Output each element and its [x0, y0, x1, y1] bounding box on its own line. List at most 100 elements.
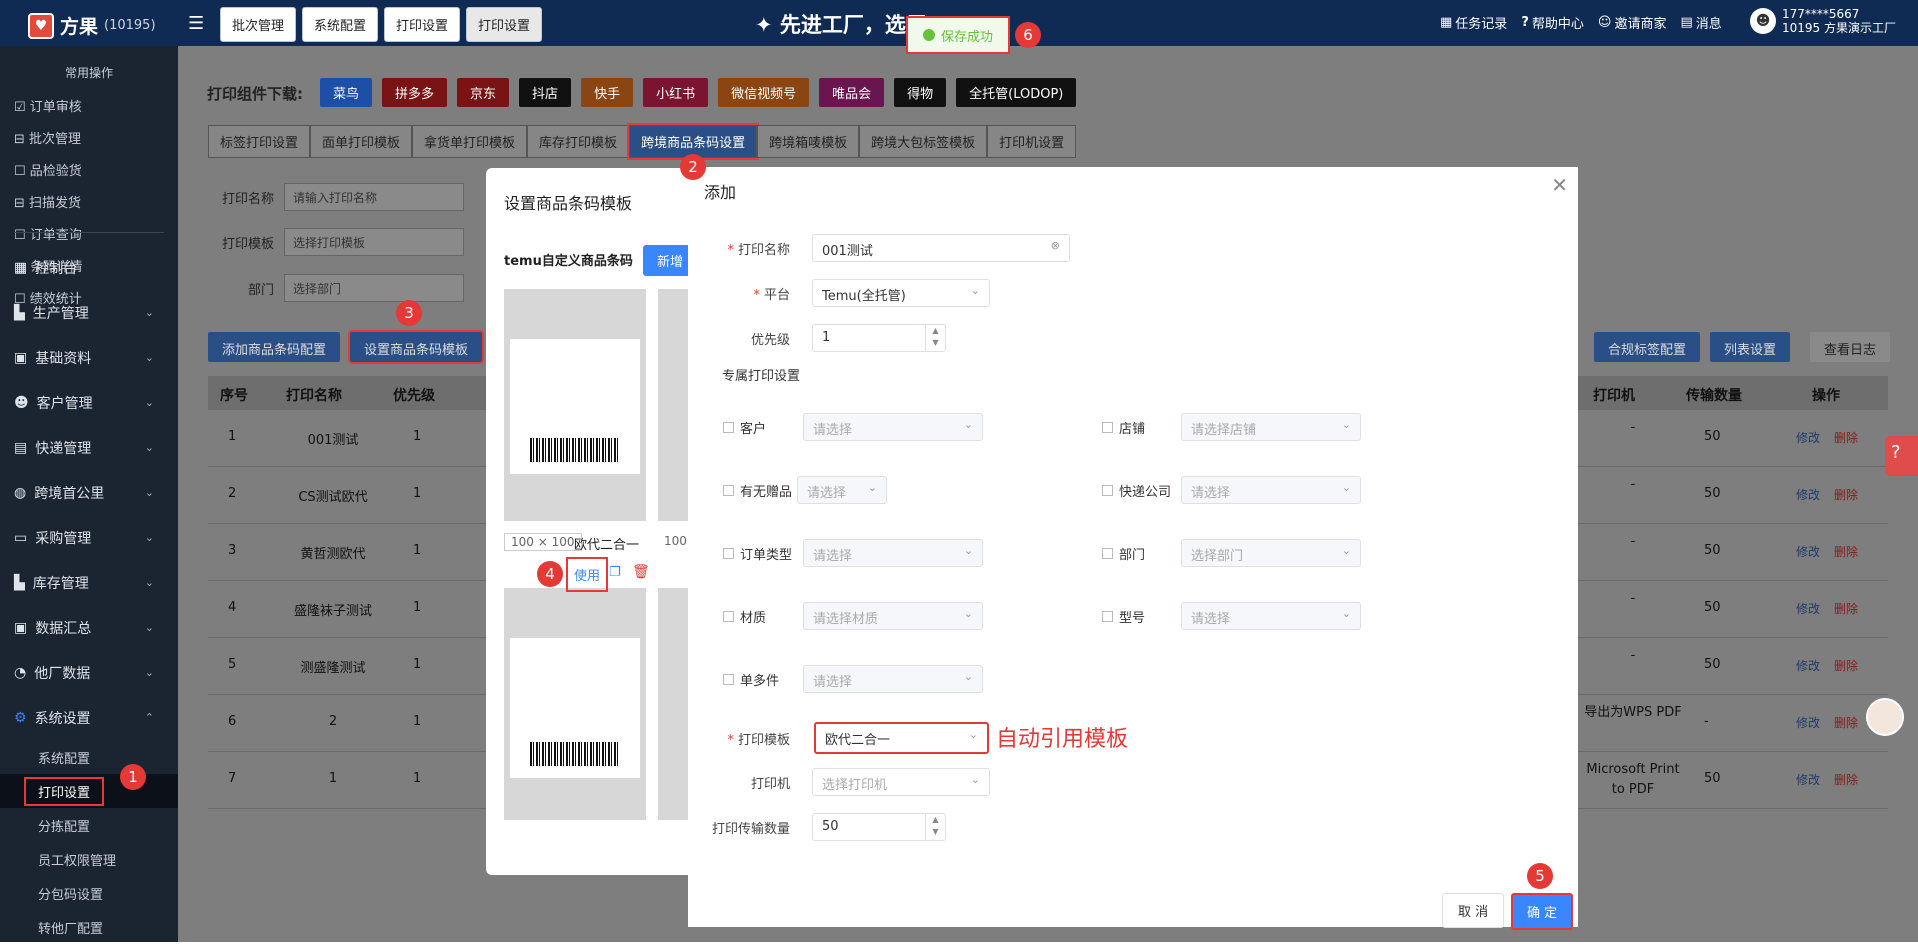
edit-link[interactable]: 修改	[1796, 773, 1820, 787]
print-name-input[interactable]: 001测试 ⊗	[812, 234, 1070, 262]
template-select[interactable]: 欧代二合一 ⌄	[814, 722, 989, 754]
help-link[interactable]: ? 帮助中心	[1521, 13, 1584, 32]
template-card-2[interactable]	[658, 289, 688, 521]
download-jd[interactable]: 京东	[457, 78, 510, 107]
edit-link[interactable]: 修改	[1796, 716, 1820, 730]
download-douyin[interactable]: 抖店	[519, 78, 572, 107]
download-dewu[interactable]: 得物	[894, 78, 947, 107]
close-icon[interactable]: ✕	[1551, 173, 1568, 197]
dept-select[interactable]: 选择部门 ⌄	[1181, 539, 1361, 567]
sidebar-item-inventory[interactable]: ▙ 库存管理 ⌄	[0, 560, 178, 605]
delete-link[interactable]: 删除	[1834, 716, 1858, 730]
filter-template-select[interactable]: 选择打印模板	[284, 228, 465, 256]
download-xhs[interactable]: 小红书	[643, 78, 709, 107]
model-checkbox[interactable]: 型号	[1102, 607, 1145, 626]
priority-stepper[interactable]: ▲ ▼	[925, 325, 945, 351]
sidebar-item-customer[interactable]: ☻ 客户管理 ⌄	[0, 380, 178, 425]
tab-bigpack[interactable]: 跨境大包标签模板	[859, 125, 988, 158]
single-multi-checkbox[interactable]: 单多件	[723, 670, 779, 689]
material-checkbox[interactable]: 材质	[723, 607, 766, 626]
sidebar-item-system[interactable]: ⚙ 系统设置 ⌃	[0, 695, 178, 740]
clear-icon[interactable]: ⊗	[1051, 239, 1060, 252]
add-barcode-config-button[interactable]: 添加商品条码配置	[208, 332, 341, 362]
download-lodop[interactable]: 全托管(LODOP)	[956, 78, 1077, 107]
download-kuaishou[interactable]: 快手	[581, 78, 634, 107]
printer-select[interactable]: 选择打印机 ⌄	[812, 768, 990, 796]
sidebar-sub-sysconfig[interactable]: 系统配置	[0, 740, 178, 774]
quick-inspect[interactable]: ☐ 品检验货	[14, 160, 98, 179]
delete-link[interactable]: 删除	[1834, 602, 1858, 616]
model-select[interactable]: 请选择 ⌄	[1181, 602, 1361, 630]
delete-link[interactable]: 删除	[1834, 659, 1858, 673]
dept-checkbox[interactable]: 部门	[1102, 544, 1145, 563]
platform-select[interactable]: Temu(全托管) ⌄	[812, 279, 990, 307]
filter-dept-select[interactable]: 选择部门	[284, 274, 465, 302]
delete-link[interactable]: 删除	[1834, 545, 1858, 559]
delete-link[interactable]: 删除	[1834, 488, 1858, 502]
courier-select[interactable]: 请选择 ⌄	[1181, 476, 1361, 504]
tab-pickup[interactable]: 拿货单打印模板	[412, 125, 528, 158]
sidebar-item-express[interactable]: ▤ 快递管理 ⌄	[0, 425, 178, 470]
edit-link[interactable]: 修改	[1796, 545, 1820, 559]
sidebar-item-basic[interactable]: ▣ 基础资料 ⌄	[0, 335, 178, 380]
download-wechat[interactable]: 微信视频号	[718, 78, 810, 107]
compliance-label-button[interactable]: 合规标签配置	[1594, 332, 1701, 362]
qty-stepper[interactable]: ▲ ▼	[925, 814, 945, 840]
user-menu[interactable]: ☻ 177****5667 10195 方果演示工厂	[1750, 7, 1896, 35]
logo[interactable]: ♥ 方果 (10195)	[28, 12, 156, 39]
sidebar-sub-subpackage[interactable]: 分包码设置	[0, 876, 178, 910]
material-select[interactable]: 请选择材质 ⌄	[803, 602, 983, 630]
shop-checkbox[interactable]: 店铺	[1102, 418, 1145, 437]
use-template-button[interactable]: 使用	[566, 557, 609, 592]
set-barcode-template-button[interactable]: 设置商品条码模板	[347, 330, 485, 364]
quick-order-review[interactable]: ☑ 订单审核	[14, 96, 98, 115]
sidebar-item-purchase[interactable]: ▭ 采购管理 ⌄	[0, 515, 178, 560]
gift-select[interactable]: 请选择 ⌄	[797, 476, 887, 504]
single-multi-select[interactable]: 请选择 ⌄	[803, 665, 983, 693]
delete-link[interactable]: 删除	[1834, 431, 1858, 445]
invite-link[interactable]: ☺ 邀请商家	[1598, 13, 1667, 32]
quick-scan-ship[interactable]: ⊟ 扫描发货	[14, 192, 98, 211]
sidebar-item-data[interactable]: ▣ 数据汇总 ⌄	[0, 605, 178, 650]
shop-select[interactable]: 请选择店铺 ⌄	[1181, 413, 1361, 441]
trash-icon[interactable]: 🗑	[632, 564, 650, 580]
menu-toggle-icon[interactable]: ☰	[188, 13, 204, 34]
topnav-batch[interactable]: 批次管理	[220, 7, 297, 42]
edit-link[interactable]: 修改	[1796, 431, 1820, 445]
sidebar-sub-print[interactable]: 打印设置	[0, 774, 178, 808]
tab-carton[interactable]: 跨境箱唛模板	[757, 125, 860, 158]
list-settings-button[interactable]: 列表设置	[1710, 332, 1791, 362]
view-log-button[interactable]: 查看日志	[1810, 332, 1891, 362]
assistant-avatar[interactable]	[1866, 698, 1904, 736]
customer-select[interactable]: 请选择 ⌄	[803, 413, 983, 441]
customer-checkbox[interactable]: 客户	[723, 418, 766, 437]
sidebar-item-dashboard[interactable]: ▦ 控制台	[0, 245, 178, 290]
delete-link[interactable]: 删除	[1834, 773, 1858, 787]
sidebar-item-production[interactable]: ▙ 生产管理 ⌄	[0, 290, 178, 335]
help-float-icon[interactable]: ?	[1885, 436, 1918, 476]
download-vip[interactable]: 唯品会	[819, 78, 885, 107]
topnav-print[interactable]: 打印设置	[384, 7, 461, 42]
edit-link[interactable]: 修改	[1796, 602, 1820, 616]
confirm-button[interactable]: 确 定	[1511, 893, 1574, 930]
edit-link[interactable]: 修改	[1796, 659, 1820, 673]
topnav-sysconfig[interactable]: 系统配置	[302, 7, 379, 42]
qty-input[interactable]: 50 ▲ ▼	[812, 813, 946, 841]
topnav-print-active[interactable]: 打印设置	[466, 7, 543, 42]
message-link[interactable]: ▤ 消息	[1680, 13, 1721, 32]
template-card-1[interactable]	[504, 289, 646, 521]
gift-checkbox[interactable]: 有无赠品	[723, 481, 792, 500]
courier-checkbox[interactable]: 快递公司	[1102, 481, 1171, 500]
sidebar-sub-sort[interactable]: 分拣配置	[0, 808, 178, 842]
tab-label-print[interactable]: 标签打印设置	[208, 125, 311, 158]
quick-batch[interactable]: ⊟ 批次管理	[14, 128, 98, 147]
order-type-checkbox[interactable]: 订单类型	[723, 544, 792, 563]
cancel-button[interactable]: 取 消	[1442, 893, 1505, 928]
edit-link[interactable]: 修改	[1796, 488, 1820, 502]
sidebar-sub-transfer[interactable]: 转他厂配置	[0, 910, 178, 944]
task-record-link[interactable]: ▦ 任务记录	[1440, 13, 1507, 32]
filter-name-input[interactable]: 请输入打印名称	[284, 183, 465, 211]
quick-order-query[interactable]: ☐ 订单查询	[14, 224, 98, 243]
sidebar-item-other-factory[interactable]: ◔ 他厂数据 ⌄	[0, 650, 178, 695]
tab-waybill[interactable]: 面单打印模板	[310, 125, 413, 158]
